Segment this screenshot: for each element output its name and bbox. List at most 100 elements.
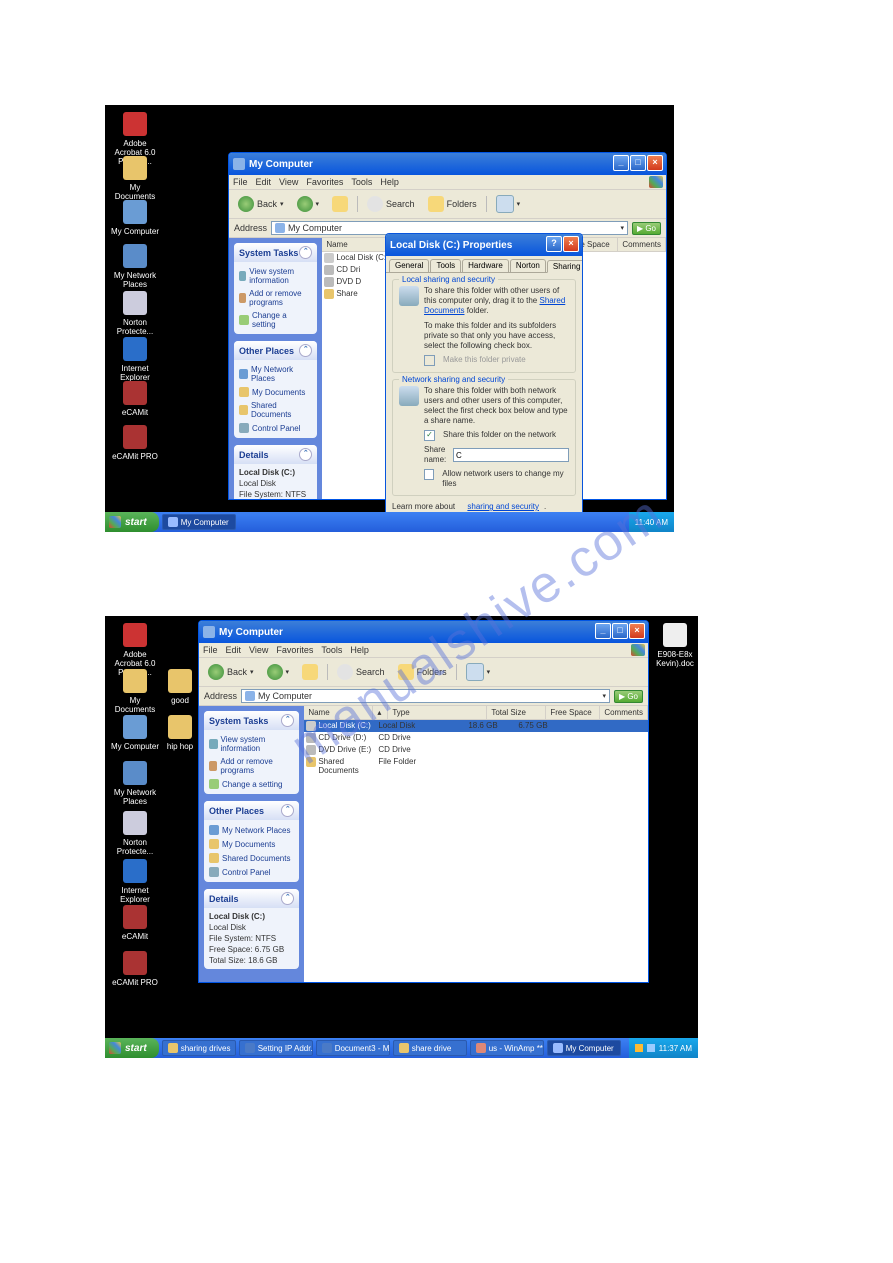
menu-view[interactable]: View bbox=[279, 177, 298, 187]
menu-edit[interactable]: Edit bbox=[256, 177, 272, 187]
views-button[interactable]: ▾ bbox=[492, 193, 525, 215]
my-documents-link[interactable]: My Documents bbox=[209, 837, 294, 851]
minimize-button[interactable]: _ bbox=[595, 623, 611, 639]
view-system-info-link[interactable]: View system information bbox=[209, 733, 294, 755]
taskbar-item[interactable]: My Computer bbox=[547, 1040, 621, 1056]
view-system-info-link[interactable]: View system information bbox=[239, 265, 312, 287]
start-button[interactable]: start bbox=[105, 512, 159, 532]
menu-help[interactable]: Help bbox=[380, 177, 399, 187]
desktop-icon[interactable]: My Network Places bbox=[110, 244, 160, 289]
chevron-up-icon[interactable]: ⌃ bbox=[299, 448, 312, 461]
taskbar-item[interactable]: us - WinAmp ***... bbox=[470, 1040, 544, 1056]
share-name-input[interactable] bbox=[453, 448, 569, 462]
desktop-icon[interactable]: Norton Protecte... bbox=[110, 291, 160, 336]
system-tray[interactable]: 11:37 AM bbox=[629, 1038, 698, 1058]
share-network-checkbox[interactable]: ✓ bbox=[424, 430, 435, 441]
tab-sharing[interactable]: Sharing bbox=[547, 260, 583, 273]
folders-button[interactable]: Folders bbox=[424, 194, 481, 214]
menu-favorites[interactable]: Favorites bbox=[306, 177, 343, 187]
allow-change-checkbox[interactable] bbox=[424, 469, 434, 480]
up-button[interactable] bbox=[298, 662, 322, 682]
desktop-icon[interactable]: eCAMit PRO bbox=[110, 951, 160, 987]
menu-tools[interactable]: Tools bbox=[351, 177, 372, 187]
close-button[interactable]: × bbox=[563, 236, 579, 252]
taskbar-item[interactable]: Setting IP Addr... bbox=[239, 1040, 313, 1056]
go-button[interactable]: ▶ Go bbox=[632, 222, 661, 235]
shared-documents-link[interactable]: Shared Documents bbox=[239, 399, 312, 421]
desktop-icon[interactable]: eCAMit bbox=[110, 905, 160, 941]
change-setting-link[interactable]: Change a setting bbox=[209, 777, 294, 791]
title-bar[interactable]: My Computer _□× bbox=[199, 621, 648, 643]
menu-view[interactable]: View bbox=[249, 645, 268, 655]
maximize-button[interactable]: □ bbox=[612, 623, 628, 639]
list-item[interactable]: Local Disk (C:)Local Disk18.6 GB6.75 GB bbox=[304, 720, 648, 732]
desktop-icon[interactable]: My Documents bbox=[110, 669, 160, 714]
chevron-up-icon[interactable]: ⌃ bbox=[299, 344, 312, 357]
minimize-button[interactable]: _ bbox=[613, 155, 629, 171]
search-button[interactable]: Search bbox=[333, 662, 389, 682]
desktop-icon[interactable]: Norton Protecte... bbox=[110, 811, 160, 856]
close-button[interactable]: × bbox=[629, 623, 645, 639]
shared-documents-link[interactable]: Shared Documents bbox=[209, 851, 294, 865]
tab-hardware[interactable]: Hardware bbox=[462, 259, 509, 272]
help-button[interactable]: ? bbox=[546, 236, 562, 252]
chevron-up-icon[interactable]: ⌃ bbox=[299, 246, 312, 259]
system-tray[interactable]: 11:40 AM bbox=[629, 512, 674, 532]
desktop-icon[interactable]: My Computer bbox=[110, 715, 160, 751]
list-item[interactable]: DVD Drive (E:)CD Drive bbox=[304, 744, 648, 756]
desktop-icon[interactable]: Internet Explorer bbox=[110, 337, 160, 382]
taskbar-item[interactable]: sharing drives bbox=[162, 1040, 236, 1056]
chevron-up-icon[interactable]: ⌃ bbox=[281, 892, 294, 905]
change-setting-link[interactable]: Change a setting bbox=[239, 309, 312, 331]
network-places-link[interactable]: My Network Places bbox=[209, 823, 294, 837]
desktop-icon[interactable]: My Computer bbox=[110, 200, 160, 236]
tray-icon[interactable] bbox=[647, 1044, 655, 1052]
menu-edit[interactable]: Edit bbox=[226, 645, 242, 655]
control-panel-link[interactable]: Control Panel bbox=[209, 865, 294, 879]
column-headers[interactable]: Name▴ Type Total Size Free Space Comment… bbox=[304, 706, 648, 720]
views-button[interactable]: ▾ bbox=[462, 661, 495, 683]
my-documents-link[interactable]: My Documents bbox=[239, 385, 312, 399]
up-button[interactable] bbox=[328, 194, 352, 214]
tab-general[interactable]: General bbox=[389, 259, 429, 272]
forward-button[interactable]: ▾ bbox=[263, 662, 294, 682]
address-field[interactable]: My Computer▾ bbox=[241, 689, 610, 703]
forward-button[interactable]: ▾ bbox=[293, 194, 324, 214]
control-panel-link[interactable]: Control Panel bbox=[239, 421, 312, 435]
learn-more-link[interactable]: sharing and security bbox=[467, 502, 539, 512]
taskbar-item[interactable]: Document3 - Mi... bbox=[316, 1040, 390, 1056]
taskbar-item[interactable]: share drive bbox=[393, 1040, 467, 1056]
folders-button[interactable]: Folders bbox=[394, 662, 451, 682]
tab-norton[interactable]: Norton bbox=[510, 259, 546, 272]
desktop-icon[interactable]: E908-E8x Kevin).doc bbox=[650, 623, 698, 668]
network-places-link[interactable]: My Network Places bbox=[239, 363, 312, 385]
menu-favorites[interactable]: Favorites bbox=[276, 645, 313, 655]
menu-file[interactable]: File bbox=[233, 177, 248, 187]
start-button[interactable]: start bbox=[105, 1038, 159, 1058]
tab-tools[interactable]: Tools bbox=[430, 259, 461, 272]
list-item[interactable]: Shared DocumentsFile Folder bbox=[304, 756, 648, 776]
desktop-icon[interactable]: eCAMit bbox=[110, 381, 160, 417]
add-remove-programs-link[interactable]: Add or remove programs bbox=[239, 287, 312, 309]
go-button[interactable]: ▶ Go bbox=[614, 690, 643, 703]
menu-file[interactable]: File bbox=[203, 645, 218, 655]
taskbar-item[interactable]: My Computer bbox=[162, 514, 236, 530]
dialog-title-bar[interactable]: Local Disk (C:) Properties ?× bbox=[386, 234, 582, 256]
desktop-icon[interactable]: Internet Explorer bbox=[110, 859, 160, 904]
menu-tools[interactable]: Tools bbox=[321, 645, 342, 655]
back-button[interactable]: Back▾ bbox=[234, 194, 288, 214]
desktop-icon[interactable]: My Documents bbox=[110, 156, 160, 201]
back-button[interactable]: Back▾ bbox=[204, 662, 258, 682]
maximize-button[interactable]: □ bbox=[630, 155, 646, 171]
menu-help[interactable]: Help bbox=[350, 645, 369, 655]
tray-icon[interactable] bbox=[635, 1044, 643, 1052]
close-button[interactable]: × bbox=[647, 155, 663, 171]
search-button[interactable]: Search bbox=[363, 194, 419, 214]
desktop-icon[interactable]: My Network Places bbox=[110, 761, 160, 806]
desktop-icon[interactable]: eCAMit PRO bbox=[110, 425, 160, 461]
title-bar[interactable]: My Computer _ □ × bbox=[229, 153, 666, 175]
chevron-up-icon[interactable]: ⌃ bbox=[281, 714, 294, 727]
chevron-up-icon[interactable]: ⌃ bbox=[281, 804, 294, 817]
list-item[interactable]: CD Drive (D:)CD Drive bbox=[304, 732, 648, 744]
add-remove-programs-link[interactable]: Add or remove programs bbox=[209, 755, 294, 777]
